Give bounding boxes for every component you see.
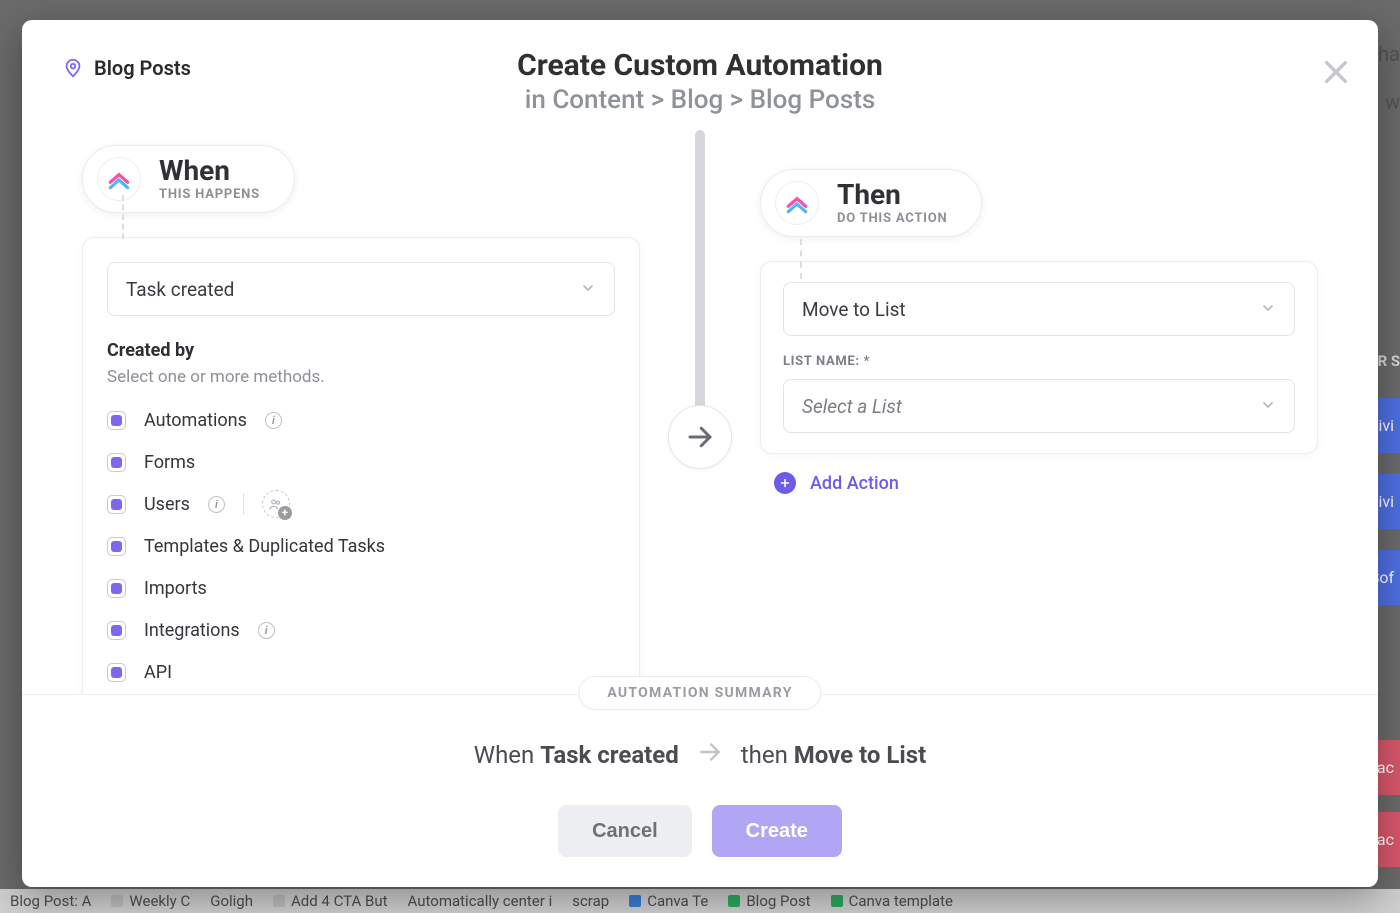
chevron-down-icon (1260, 298, 1276, 321)
then-panel: Move to List LIST NAME: * Select a List (760, 261, 1318, 454)
arrow-right-icon (697, 739, 723, 771)
action-select[interactable]: Move to List (783, 282, 1295, 336)
bg-tab: Canva Te (619, 892, 718, 910)
method-row[interactable]: Imports (107, 567, 615, 609)
method-label: Automations (144, 410, 247, 431)
plus-circle-icon (774, 472, 796, 494)
then-column: Then DO THIS ACTION Move to List LIST NA… (700, 125, 1378, 694)
method-label: Templates & Duplicated Tasks (144, 536, 385, 557)
checkbox[interactable] (107, 663, 126, 682)
close-icon (1320, 56, 1352, 88)
chevron-down-icon (1260, 395, 1276, 418)
info-icon[interactable]: i (258, 622, 275, 639)
checkbox[interactable] (107, 579, 126, 598)
checkbox[interactable] (107, 453, 126, 472)
bg-tab: Canva template (821, 892, 963, 910)
info-icon[interactable]: i (208, 496, 225, 513)
method-label: Integrations (144, 620, 240, 641)
then-pill-title: Then (837, 180, 947, 209)
close-button[interactable] (1320, 56, 1352, 88)
automation-summary: AUTOMATION SUMMARY When Task created the… (22, 694, 1378, 887)
created-by-label: Created by (107, 340, 615, 361)
modal-title: Create Custom Automation (62, 48, 1338, 83)
bg-bottom-bar: Blog Post: A Weekly C Goligh Add 4 CTA B… (0, 889, 1400, 913)
trigger-select[interactable]: Task created (107, 262, 615, 316)
separator (243, 493, 244, 515)
when-pill-title: When (159, 156, 260, 185)
bg-tab: Blog Post: A (0, 892, 101, 910)
method-row[interactable]: API (107, 651, 615, 693)
method-row[interactable]: Users i + (107, 483, 615, 525)
bg-text: w (1385, 90, 1400, 114)
clickup-logo-icon (97, 157, 141, 201)
method-row[interactable]: Templates & Duplicated Tasks (107, 525, 615, 567)
method-label: Imports (144, 578, 207, 599)
then-pill: Then DO THIS ACTION (760, 169, 982, 237)
then-pill-subtitle: DO THIS ACTION (837, 211, 947, 226)
checkbox[interactable] (107, 621, 126, 640)
cancel-button[interactable]: Cancel (558, 805, 692, 857)
automation-modal: Blog Posts Create Custom Automation in C… (22, 20, 1378, 887)
bg-tab: Automatically center i (398, 892, 563, 910)
method-label: Users (144, 494, 190, 515)
info-icon[interactable]: i (265, 412, 282, 429)
checkbox[interactable] (107, 537, 126, 556)
trigger-select-value: Task created (126, 278, 234, 301)
action-select-value: Move to List (802, 298, 906, 321)
list-select-placeholder: Select a List (802, 395, 902, 418)
location-chip[interactable]: Blog Posts (62, 56, 191, 80)
method-row[interactable]: Integrations i (107, 609, 615, 651)
list-name-label: LIST NAME: * (783, 354, 1295, 369)
method-row[interactable]: Forms (107, 441, 615, 483)
create-button[interactable]: Create (712, 805, 842, 857)
list-select[interactable]: Select a List (783, 379, 1295, 433)
method-label: Forms (144, 452, 195, 473)
add-people-button[interactable]: + (262, 490, 290, 518)
checkbox[interactable] (107, 495, 126, 514)
when-panel: Task created Created by Select one or mo… (82, 237, 640, 694)
method-label: API (144, 662, 172, 683)
bg-tab: scrap (562, 892, 619, 910)
summary-line: When Task created then Move to List (22, 739, 1378, 771)
bg-tab: Blog Post (718, 892, 820, 910)
clickup-logo-icon (775, 181, 819, 225)
location-icon (62, 57, 84, 79)
modal-header: Blog Posts Create Custom Automation in C… (22, 20, 1378, 125)
when-pill-subtitle: THIS HAPPENS (159, 187, 260, 202)
modal-body: When THIS HAPPENS Task created Created b… (22, 125, 1378, 694)
bg-tab: Add 4 CTA But (263, 892, 398, 910)
bg-tab: Weekly C (101, 892, 200, 910)
location-label: Blog Posts (94, 56, 191, 80)
breadcrumb: in Content > Blog > Blog Posts (62, 85, 1338, 115)
add-action-button[interactable]: Add Action (774, 472, 1318, 494)
chevron-down-icon (580, 278, 596, 301)
when-column: When THIS HAPPENS Task created Created b… (22, 125, 700, 694)
add-action-label: Add Action (810, 473, 899, 494)
when-pill: When THIS HAPPENS (82, 145, 295, 213)
created-by-help: Select one or more methods. (107, 367, 615, 387)
summary-pill: AUTOMATION SUMMARY (578, 676, 821, 710)
bg-tab: Goligh (200, 892, 263, 910)
method-row[interactable]: Automations i (107, 399, 615, 441)
checkbox[interactable] (107, 411, 126, 430)
